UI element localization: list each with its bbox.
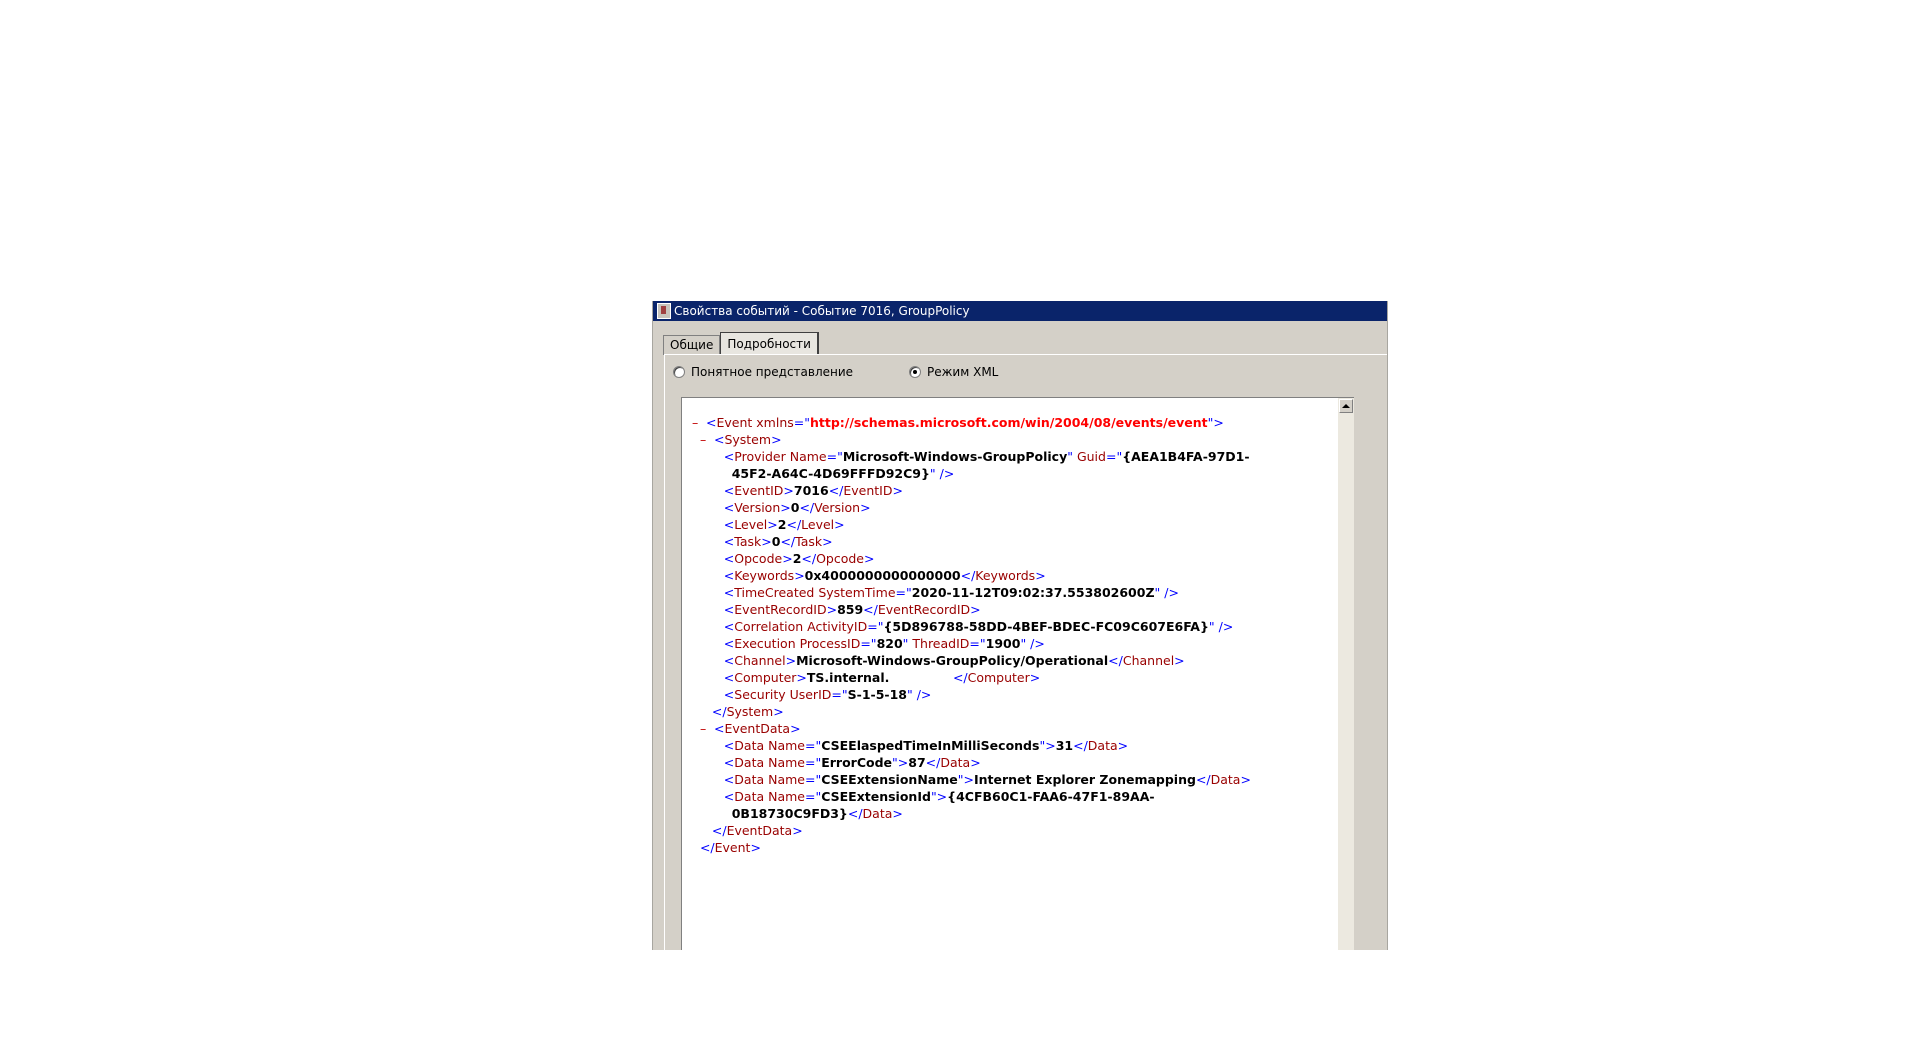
xml-line-timecreated: <TimeCreated SystemTime="2020-11-12T09:0… [723, 585, 1179, 600]
xml-line-security: <Security UserID="S-1-5-18" /> [723, 687, 932, 702]
data-name-attr: ErrorCode [821, 755, 893, 770]
collapse-event-toggle[interactable]: – [692, 414, 706, 431]
xml-line-data-1: <Data Name="ErrorCode">87</Data> [723, 755, 981, 770]
xml-line-data-3-cont: 0B18730C9FD3}</Data> [731, 806, 903, 821]
xml-line-task: <Task>0</Task> [723, 534, 833, 549]
xml-line-version: <Version>0</Version> [723, 500, 871, 515]
tab-details[interactable]: Подробности [720, 332, 819, 355]
xml-line-correlation: <Correlation ActivityID="{5D896788-58DD-… [723, 619, 1234, 634]
xml-line-event: – <Event xmlns="http://schemas.microsoft.… [692, 414, 1224, 431]
friendly-view-option[interactable]: Понятное представление [673, 365, 853, 379]
event-properties-window: Свойства событий - Событие 7016, GroupPo… [652, 301, 1388, 950]
xml-line-level: <Level>2</Level> [723, 517, 845, 532]
xml-line-system: – <System> [699, 431, 782, 448]
xml-line-event-close: </Event> [699, 840, 761, 855]
xml-line-system-close: </System> [711, 704, 784, 719]
xml-line-eventid: <EventID>7016</EventID> [723, 483, 903, 498]
process-id-value: 820 [876, 636, 903, 651]
window-title: Свойства событий - Событие 7016, GroupPo… [674, 304, 970, 318]
xml-line-channel: <Channel>Microsoft-Windows-GroupPolicy/O… [723, 653, 1185, 668]
xml-content: – <Event xmlns="http://schemas.microsoft.… [692, 414, 1334, 856]
friendly-view-label: Понятное представление [691, 365, 854, 379]
event-id-value: 7016 [793, 483, 829, 498]
event-namespace: http://schemas.microsoft.com/win/2004/08… [809, 415, 1208, 430]
collapse-eventdata-toggle[interactable]: – [700, 720, 714, 737]
xml-view-radio[interactable] [909, 366, 921, 378]
tab-general[interactable]: Общие [663, 335, 721, 355]
xml-line-eventdata: – <EventData> [699, 720, 801, 737]
xml-view-label: Режим XML [927, 365, 999, 379]
provider-guid-part2: 45F2-A64C-4D69FFFD92C9} [731, 466, 930, 481]
xml-line-data-2: <Data Name="CSEExtensionName">Internet E… [723, 772, 1251, 787]
xml-line-provider: <Provider Name="Microsoft-Windows-GroupP… [723, 449, 1250, 464]
xml-line-execution: <Execution ProcessID="820" ThreadID="190… [723, 636, 1045, 651]
xml-line-opcode: <Opcode>2</Opcode> [723, 551, 875, 566]
data-value: 87 [908, 755, 926, 770]
xml-line-data-0: <Data Name="CSEElaspedTimeInMilliSeconds… [723, 738, 1129, 753]
time-created-value: 2020-11-12T09:02:37.553802600Z [911, 585, 1155, 600]
channel-value: Microsoft-Windows-GroupPolicy/Operationa… [796, 653, 1109, 668]
record-id-value: 859 [837, 602, 864, 617]
vertical-scrollbar[interactable] [1338, 398, 1354, 950]
xml-line-recordid: <EventRecordID>859</EventRecordID> [723, 602, 981, 617]
xml-line-provider-cont: 45F2-A64C-4D69FFFD92C9}" /> [731, 466, 955, 481]
activity-id-value: {5D896788-58DD-4BEF-BDEC-FC09C607E6FA} [883, 619, 1209, 634]
provider-guid-part1: {AEA1B4FA-97D1- [1122, 449, 1250, 464]
thread-id-value: 1900 [985, 636, 1021, 651]
data-name-attr: CSEExtensionName [821, 772, 958, 787]
data-value-cont: 0B18730C9FD3} [731, 806, 848, 821]
xml-line-keywords: <Keywords>0x4000000000000000</Keywords> [723, 568, 1046, 583]
xml-line-computer: <Computer>TS.internal. </Computer> [723, 670, 1041, 685]
data-name-attr: CSEElaspedTimeInMilliSeconds [821, 738, 1040, 753]
xml-line-eventdata-close: </EventData> [711, 823, 803, 838]
title-bar[interactable]: Свойства событий - Событие 7016, GroupPo… [653, 301, 1387, 321]
scroll-up-button[interactable] [1339, 399, 1353, 413]
keywords-value: 0x4000000000000000 [804, 568, 961, 583]
details-panel: Понятное представление Режим XML – <Event… [664, 354, 1387, 950]
user-id-value: S-1-5-18 [847, 687, 907, 702]
data-value: Internet Explorer Zonemapping [973, 772, 1196, 787]
tab-strip: Общие Подробности [663, 331, 819, 355]
collapse-system-toggle[interactable]: – [700, 431, 714, 448]
xml-view-option[interactable]: Режим XML [909, 365, 998, 379]
friendly-view-radio[interactable] [673, 366, 685, 378]
event-viewer-icon [657, 303, 671, 319]
data-value: 31 [1055, 738, 1074, 753]
provider-name: Microsoft-Windows-GroupPolicy [842, 449, 1068, 464]
data-name-attr: CSEExtensionId [821, 789, 931, 804]
xml-line-data-3: <Data Name="CSEExtensionId">{4CFB60C1-FA… [723, 789, 1155, 804]
data-value: {4CFB60C1-FAA6-47F1-89AA- [947, 789, 1155, 804]
computer-value: TS.internal. [806, 670, 890, 685]
xml-viewer[interactable]: – <Event xmlns="http://schemas.microsoft.… [681, 397, 1354, 950]
